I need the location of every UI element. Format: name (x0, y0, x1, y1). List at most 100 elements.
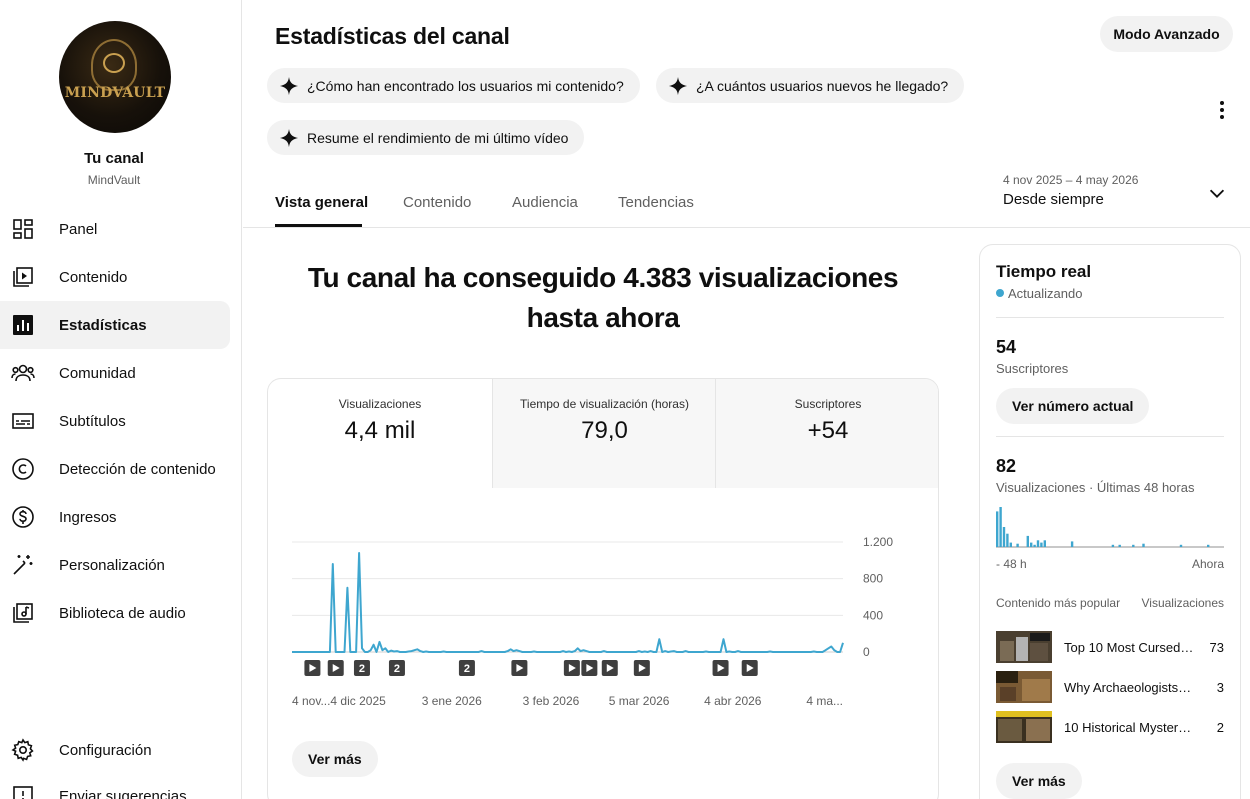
community-icon (11, 364, 35, 382)
realtime-card: Tiempo real Actualizando 54 Suscriptores… (979, 244, 1241, 799)
video-marker-count[interactable]: 2 (458, 660, 475, 676)
sidebar-item-content[interactable]: Contenido (0, 253, 230, 301)
realtime-axis-start: - 48 h (996, 557, 1027, 571)
video-marker-play-icon[interactable] (741, 660, 758, 676)
chip-label: ¿Cómo han encontrado los usuarios mi con… (307, 77, 624, 94)
brain-icon (103, 53, 125, 73)
sidebar-item-label: Panel (59, 220, 98, 238)
video-marker-play-icon[interactable] (304, 660, 321, 676)
channel-name: MindVault (87, 173, 141, 187)
y-tick-label: 400 (863, 608, 883, 622)
sidebar-item-settings[interactable]: Configuración (0, 726, 230, 774)
video-marker-play-icon[interactable] (601, 660, 618, 676)
sidebar-item-label: Ingresos (59, 508, 117, 526)
realtime-see-more-button[interactable]: Ver más (996, 763, 1082, 799)
realtime-views-label: Visualizaciones · Últimas 48 horas (996, 480, 1195, 495)
sidebar-item-copyright[interactable]: Detección de contenido (0, 445, 230, 493)
metric-label: Suscriptores (794, 397, 862, 411)
x-tick-label: 3 ene 2026 (422, 694, 482, 708)
realtime-bar (1040, 542, 1043, 547)
see-current-count-button[interactable]: Ver número actual (996, 388, 1150, 424)
top-video-row[interactable]: Why Archaeologists Can't Explain 3 (996, 671, 1224, 705)
realtime-bar (1207, 544, 1210, 547)
realtime-status: Actualizando (1008, 286, 1083, 301)
realtime-bar (1036, 540, 1040, 547)
video-thumbnail (996, 711, 1052, 743)
realtime-axis-end: Ahora (1191, 557, 1224, 571)
video-marker-count[interactable]: 2 (353, 660, 370, 676)
realtime-bar (1132, 544, 1135, 547)
video-marker-play-icon[interactable] (327, 660, 344, 676)
see-more-button[interactable]: Ver más (292, 741, 378, 777)
channel-logo-text: MINDVAULT (64, 85, 166, 101)
y-tick-label: 1.200 (863, 535, 893, 549)
realtime-bar (1043, 540, 1046, 547)
video-thumbnail (996, 671, 1052, 703)
realtime-title: Tiempo real (996, 262, 1092, 281)
sidebar-item-label: Comunidad (59, 364, 136, 382)
sidebar-item-community[interactable]: Comunidad (0, 349, 230, 397)
metric-watch-time[interactable]: Tiempo de visualización (horas) 79,0 (492, 379, 716, 488)
date-range-text[interactable]: 4 nov 2025 – 4 may 2026 (1003, 173, 1138, 187)
realtime-bar (1070, 541, 1074, 547)
suggestion-chip-discovery[interactable]: ¿Cómo han encontrado los usuarios mi con… (267, 68, 640, 103)
tab-trends[interactable]: Tendencias (618, 194, 694, 211)
realtime-views-count: 82 (996, 456, 1017, 476)
views-line-chart[interactable]: 1.200 800 400 0 2 2 2 4 nov... 4 dic 2025 3 ene 2… (268, 499, 939, 719)
sidebar-item-feedback[interactable]: Enviar sugerencias (0, 772, 230, 799)
video-views: 2 (1216, 720, 1224, 735)
sidebar-item-label: Detección de contenido (59, 460, 216, 478)
realtime-bar-chart[interactable] (996, 507, 1224, 549)
dashboard-icon (13, 219, 33, 239)
tab-content[interactable]: Contenido (403, 194, 471, 211)
realtime-bar (999, 507, 1002, 547)
sparkle-icon (668, 76, 688, 95)
realtime-bar (1009, 542, 1012, 547)
metric-subscribers[interactable]: Suscriptores +54 (715, 379, 938, 488)
channel-title: Tu canal (84, 150, 144, 167)
suggestion-chip-last-video[interactable]: Resume el rendimiento de mi último vídeo (267, 120, 585, 155)
chip-label: ¿A cuántos usuarios nuevos he llegado? (696, 77, 949, 94)
top-content-metric-header: Visualizaciones (1141, 596, 1225, 610)
video-marker-play-icon[interactable] (633, 660, 650, 676)
sidebar-item-analytics[interactable]: Estadísticas (0, 301, 230, 349)
x-tick-label: 4 nov... (292, 694, 330, 708)
video-marker-play-icon[interactable] (581, 660, 598, 676)
x-tick-label: 4 dic 2025 (330, 694, 386, 708)
sidebar-item-earn[interactable]: Ingresos (0, 493, 230, 541)
metric-views[interactable]: Visualizaciones 4,4 mil (268, 379, 492, 488)
sidebar-item-label: Enviar sugerencias (59, 787, 187, 799)
realtime-subscriber-count: 54 (996, 337, 1017, 357)
suggestion-chip-new-users[interactable]: ¿A cuántos usuarios nuevos he llegado? (656, 68, 965, 103)
top-video-row[interactable]: Top 10 Most Cursed Objects 73 (996, 631, 1224, 665)
video-marker-play-icon[interactable] (563, 660, 580, 676)
sidebar-item-subtitles[interactable]: Subtítulos (0, 397, 230, 445)
realtime-bar (1030, 542, 1033, 547)
video-marker-play-icon[interactable] (712, 660, 729, 676)
feedback-icon (13, 786, 33, 799)
sidebar-item-panel[interactable]: Panel (0, 205, 230, 253)
video-marker-play-icon[interactable] (511, 660, 528, 676)
channel-avatar[interactable]: MINDVAULT (59, 21, 171, 133)
y-tick-label: 0 (863, 645, 870, 659)
advanced-mode-button[interactable]: Modo Avanzado (1100, 16, 1233, 52)
y-tick-label: 800 (863, 572, 883, 586)
realtime-bar (996, 511, 999, 547)
realtime-bar (1118, 544, 1121, 547)
chevron-down-icon[interactable] (1206, 182, 1228, 204)
tab-audience[interactable]: Audiencia (512, 194, 578, 211)
date-range-label[interactable]: Desde siempre (1003, 191, 1104, 208)
video-marker-count[interactable]: 2 (388, 660, 405, 676)
top-video-row[interactable]: 10 Historical Mysteries 2 (996, 711, 1224, 745)
analytics-icon (13, 315, 33, 335)
realtime-subscriber-label: Suscriptores (996, 361, 1069, 376)
gear-icon (11, 738, 34, 762)
sparkle-icon (279, 76, 299, 95)
sidebar-item-customization[interactable]: Personalización (0, 541, 230, 589)
sidebar: MINDVAULT Tu canal MindVault Panel Conte… (0, 0, 242, 799)
more-options-icon[interactable] (1212, 98, 1232, 122)
metric-value: 4,4 mil (344, 417, 416, 444)
sidebar-item-audio-library[interactable]: Biblioteca de audio (0, 589, 230, 637)
realtime-bar (1002, 527, 1006, 547)
tab-overview[interactable]: Vista general (275, 194, 368, 211)
